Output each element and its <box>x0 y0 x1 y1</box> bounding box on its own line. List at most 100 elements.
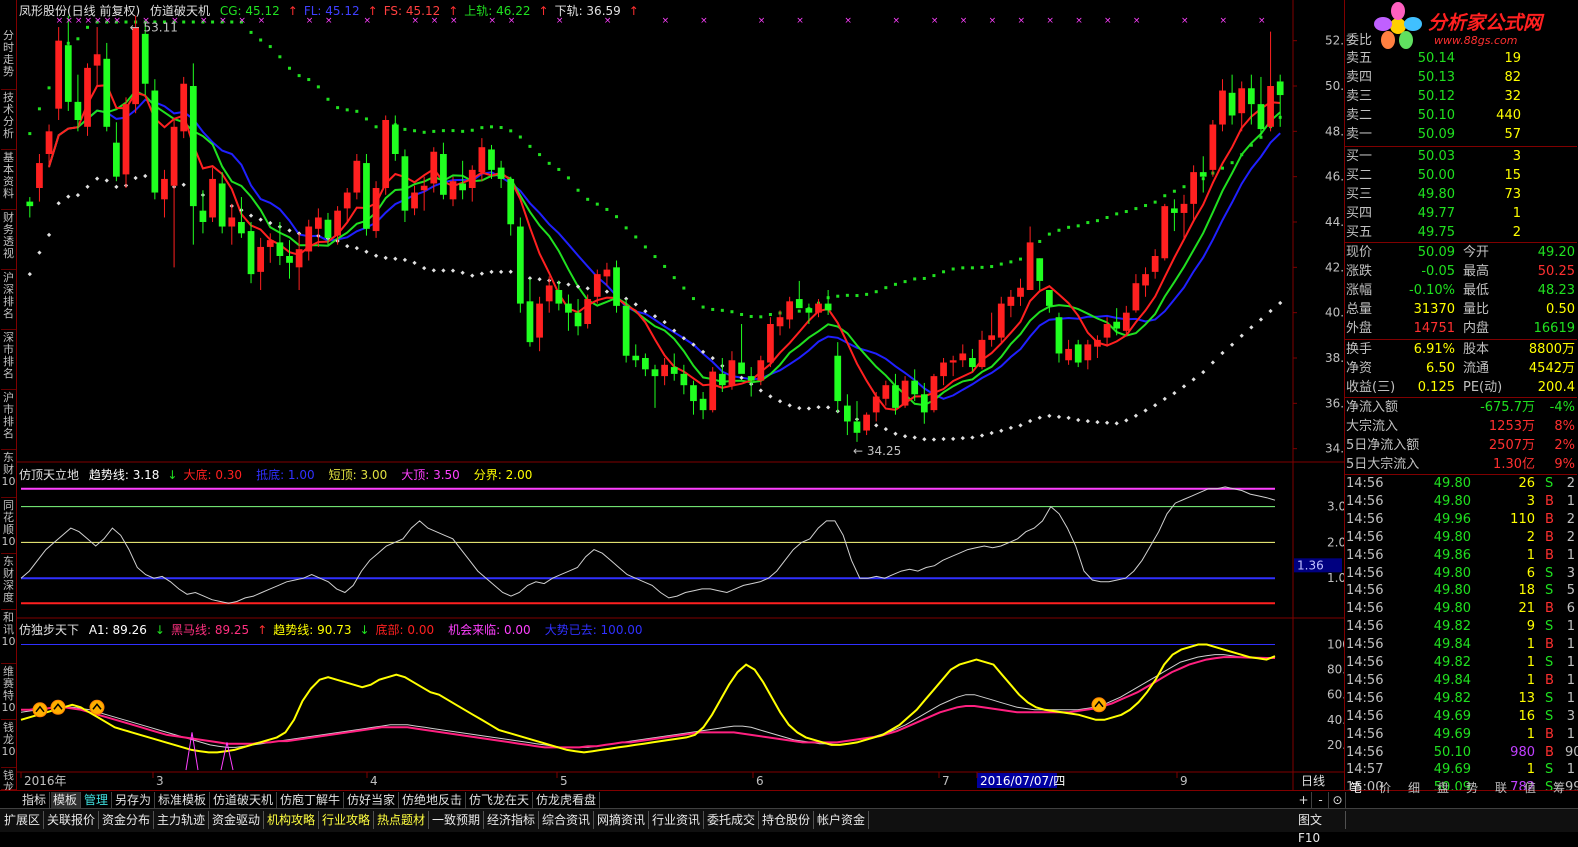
left-tab-12[interactable]: 钱龙10 <box>1 722 16 768</box>
sub1-indicator-name[interactable]: 仿顶天立地 <box>19 468 79 482</box>
upper-band-dot <box>1057 228 1061 232</box>
left-tab-5[interactable]: 深市排名 <box>1 332 16 390</box>
buy-signal-icon <box>50 699 66 715</box>
toolbar-item-10[interactable]: 仿龙虎看盘 <box>534 792 600 808</box>
stats-value-1: 31370 <box>1413 302 1455 317</box>
right-tab-0[interactable]: 笔 <box>1350 779 1362 795</box>
quote-separator <box>1345 339 1577 340</box>
lower-band-dot <box>816 405 821 410</box>
sub1-tick-label: 1.00 <box>1327 571 1344 585</box>
toolbar-right-2[interactable]: ⊙ <box>1330 792 1346 808</box>
lower-band-dot <box>989 430 994 436</box>
tick-volume: 1 <box>1526 726 1535 742</box>
toolbar-item-8[interactable]: 仿绝地反击 <box>400 792 466 808</box>
bottom-item-0[interactable]: 扩展区 <box>2 811 44 829</box>
tick-time: 14:56 <box>1346 655 1384 670</box>
right-tab-2[interactable]: 细 <box>1408 779 1420 795</box>
tick-count: 90 <box>1565 744 1578 760</box>
tick-count: 1 <box>1566 619 1575 635</box>
lower-band-dot <box>373 253 379 258</box>
candle <box>1065 339 1072 365</box>
toolbar-item-2[interactable]: 管理 <box>82 792 112 808</box>
left-tab-1[interactable]: 技术分析 <box>1 92 16 150</box>
tick-side: B <box>1545 637 1554 653</box>
stats2-label-1: 净资 <box>1346 361 1373 376</box>
bottom-item-2[interactable]: 资金分布 <box>100 811 154 829</box>
toolbar-item-1[interactable]: 模板 <box>51 792 81 808</box>
candle <box>209 167 216 222</box>
left-tab-6[interactable]: 沪市排名 <box>1 392 16 450</box>
toolbar-item-5[interactable]: 仿道破天机 <box>211 792 277 808</box>
candle <box>1084 339 1092 370</box>
bottom-item-12[interactable]: 行业资讯 <box>650 811 704 829</box>
right-tab-1[interactable]: 价 <box>1379 779 1391 795</box>
bottom-item-1[interactable]: 关联报价 <box>45 811 99 829</box>
stats-label-1: 涨跌 <box>1346 264 1373 279</box>
right-tab-5[interactable]: 联 <box>1495 779 1507 795</box>
upper-band-dot <box>615 215 619 219</box>
chart-area[interactable]: 52.0050.0048.0046.0044.0042.0040.0038.00… <box>17 0 1344 790</box>
toolbar-item-0[interactable]: 指标 <box>20 792 50 808</box>
left-tab-9[interactable]: 东财深度 <box>1 556 16 610</box>
stats-row: 总量 31370 量比 0.50 <box>1345 301 1577 319</box>
left-tab-13[interactable]: 钱龙 <box>1 770 16 794</box>
toolbar-item-4[interactable]: 标准模板 <box>156 792 210 808</box>
upper-band-dot <box>528 144 532 148</box>
toolbar-right-1[interactable]: - <box>1313 792 1329 808</box>
bottom-item-8[interactable]: 一致预期 <box>430 811 484 829</box>
bottom-item-6[interactable]: 行业攻略 <box>320 811 374 829</box>
left-tab-3[interactable]: 财务透视 <box>1 212 16 270</box>
bottom-item-13[interactable]: 委托成交 <box>705 811 759 829</box>
lower-band-dot <box>402 257 408 263</box>
date-label: 6 <box>756 774 764 788</box>
left-tab-11[interactable]: 维赛特10 <box>1 666 16 720</box>
sub2-indicator-name[interactable]: 仿独步天下 <box>19 623 79 637</box>
lower-band-dot <box>1114 421 1119 426</box>
upper-band-dot <box>749 314 753 318</box>
left-tab-0[interactable]: 分时走势 <box>1 30 16 90</box>
buy-row: 买一 50.03 3 <box>1345 148 1577 166</box>
quote-separator <box>1345 242 1577 243</box>
stats2-label-1: 换手 <box>1346 342 1373 357</box>
bottom-item-15[interactable]: 帐户资金 <box>815 811 869 829</box>
right-tab-3[interactable]: 盘 <box>1437 779 1449 795</box>
toolbar-right-0[interactable]: + <box>1296 792 1312 808</box>
lower-band-dot <box>133 175 138 181</box>
bottom-item-5[interactable]: 机构攻略 <box>265 811 319 829</box>
left-tab-7[interactable]: 东财10 <box>1 452 16 498</box>
price-tick-label: 50.00 <box>1325 79 1344 93</box>
toolbar-item-6[interactable]: 仿庖丁解牛 <box>278 792 344 808</box>
toolbar-item-7[interactable]: 仿好当家 <box>345 792 399 808</box>
indicator-name[interactable]: 仿道破天机 <box>150 4 210 18</box>
right-tab-4[interactable]: 势 <box>1466 779 1478 795</box>
period-label[interactable]: 日线 <box>1301 774 1325 788</box>
bottom-f10-button[interactable]: 图文F10 <box>1296 811 1346 845</box>
upper-band-dot <box>932 274 936 278</box>
bottom-item-4[interactable]: 资金驱动 <box>210 811 264 829</box>
left-tab-10[interactable]: 和讯10 <box>1 612 16 664</box>
bottom-item-9[interactable]: 经济指标 <box>485 811 539 829</box>
buy-label: 买三 <box>1346 187 1373 202</box>
bottom-item-14[interactable]: 持仓股份 <box>760 811 814 829</box>
tick-count: 3 <box>1566 565 1575 581</box>
right-tab-7[interactable]: 筹 <box>1553 779 1565 795</box>
upper-band-dot <box>480 126 484 130</box>
left-tab-8[interactable]: 同花顺10 <box>1 500 16 554</box>
right-tab-6[interactable]: 值 <box>1524 779 1536 795</box>
left-tab-2[interactable]: 基本资料 <box>1 152 16 210</box>
bottom-item-11[interactable]: 网摘资讯 <box>595 811 649 829</box>
bottom-item-3[interactable]: 主力轨迹 <box>155 811 209 829</box>
bottom-item-10[interactable]: 综合资讯 <box>540 811 594 829</box>
candle <box>738 324 745 374</box>
tick-price: 49.80 <box>1433 493 1471 509</box>
toolbar-item-3[interactable]: 另存为 <box>113 792 155 808</box>
left-tab-4[interactable]: 沪深排名 <box>1 272 16 330</box>
toolbar-item-9[interactable]: 仿飞龙在天 <box>467 792 533 808</box>
sell-row: 卖五 50.14 19 <box>1345 50 1577 68</box>
bottom-item-7[interactable]: 热点题材 <box>375 811 429 829</box>
tick-time: 14:56 <box>1346 511 1384 527</box>
candle <box>795 280 803 309</box>
main_header-item-2: FS: 45.12 <box>383 4 441 18</box>
lower-band-dot <box>412 260 417 265</box>
tick-row: 14:56 49.80 6 S 3 <box>1345 565 1577 583</box>
